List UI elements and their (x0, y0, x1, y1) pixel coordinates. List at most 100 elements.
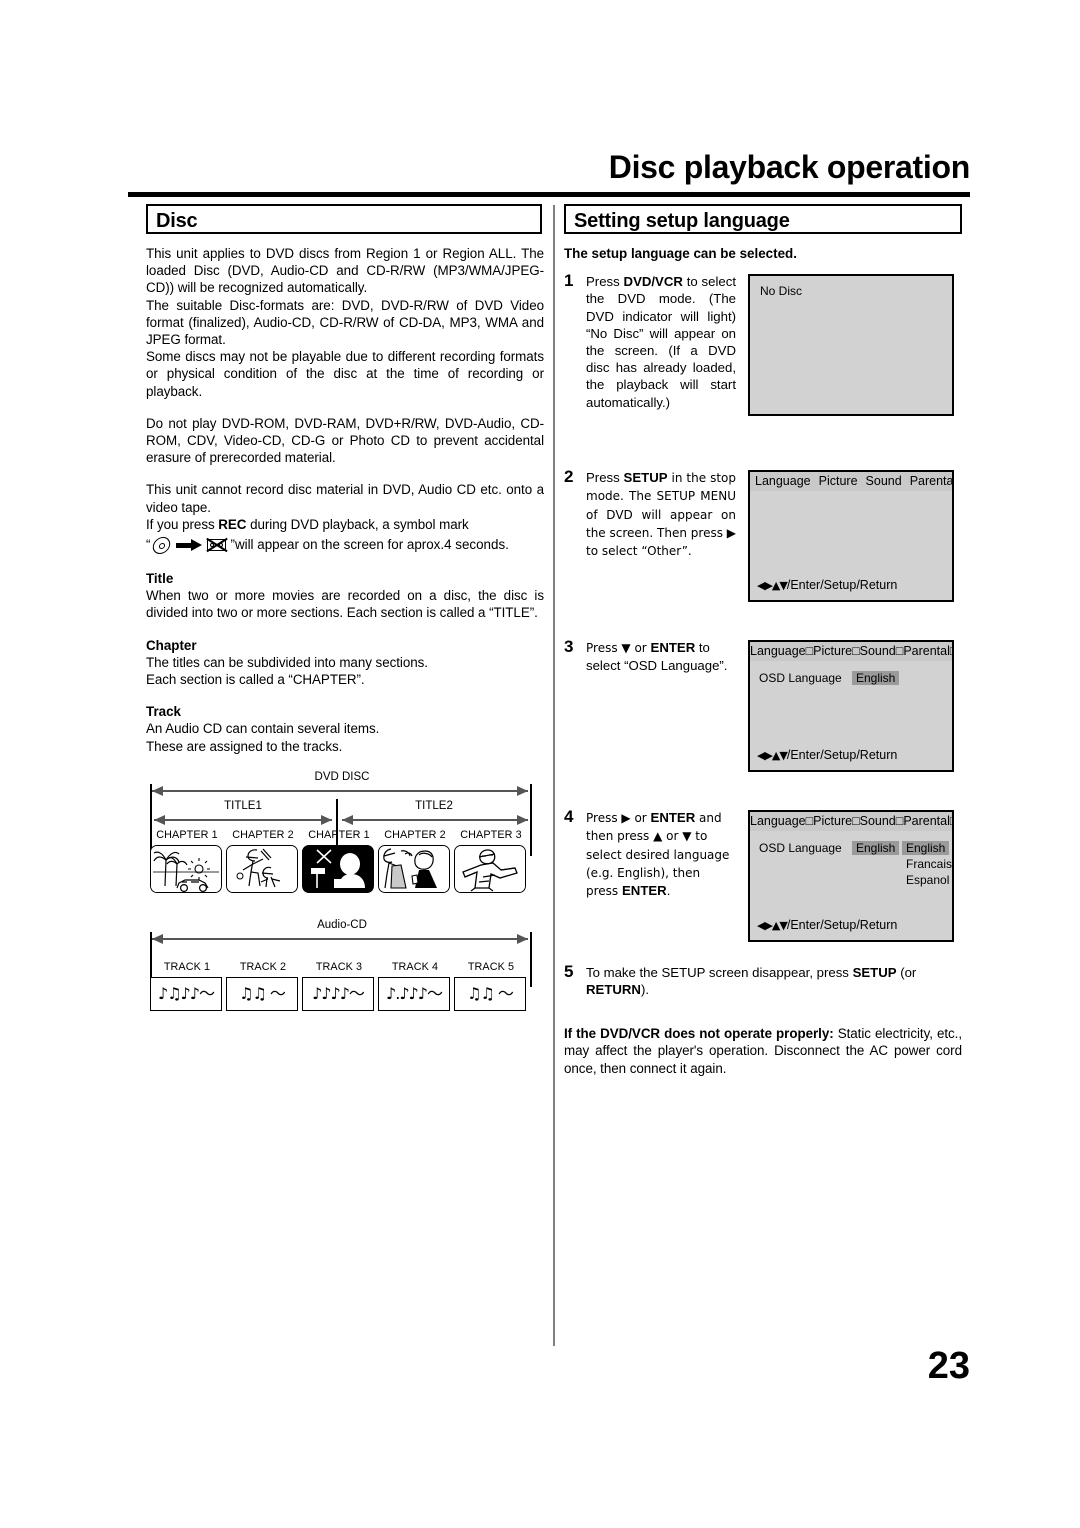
menubar-tabs-text[interactable]: Language□Picture□Sound□Parental□ (750, 642, 952, 661)
track-notes-box: ♪♪♪♪～ (302, 976, 374, 1011)
nav-hint: ◀▶▲▼/Enter/Setup/Return (757, 918, 897, 933)
menubar-tabs-text[interactable]: Language□Picture□Sound□Parental□ (750, 812, 952, 831)
track-notes-box: ♫♫ ～ (226, 976, 298, 1011)
rec-symbol-line: “ ” will appear on the screen for aprox.… (146, 535, 544, 555)
track-notes-box: ♪♫♪♪～ (150, 976, 222, 1011)
nav-hint-arrows: ◀▶▲▼ (757, 749, 788, 763)
step-1-text: Press DVD/VCR to select the DVD mode. (T… (586, 274, 737, 410)
header-rule (128, 192, 970, 197)
step-5: 5 To make the SETUP screen disappear, pr… (564, 963, 964, 1025)
chapter-label: CHAPTER 2 (232, 828, 294, 841)
nav-hint-text: /Enter/Setup/Return (786, 578, 898, 593)
title2-label: TITLE2 (415, 799, 453, 812)
disc-icon (151, 537, 173, 553)
osd-language-value[interactable]: English (852, 841, 900, 856)
language-option-english[interactable]: English (902, 841, 950, 856)
title1-arrow (154, 814, 332, 827)
audio-cd-label: Audio-CD (317, 918, 367, 931)
nav-hint-text: /Enter/Setup/Return (786, 918, 898, 933)
nav-hint-arrows: ◀▶▲▼ (757, 579, 788, 593)
step-5-number: 5 (564, 962, 574, 982)
manual-page: Disc playback operation Disc This unit a… (0, 0, 1080, 1528)
tv-screen-setup-menu: Language Picture Sound Parental Other ◀▶… (748, 470, 954, 603)
section-title-setup-language: Setting setup language (574, 210, 790, 232)
dvd-disc-diagram: DVD DISC TITLE1 TITLE2 CHAPTER 1 CHAPTER… (146, 771, 538, 899)
dvd-disc-label: DVD DISC (314, 770, 370, 783)
chapter-thumbnail-baseball (226, 844, 298, 893)
right-column: Setting setup language The setup languag… (564, 204, 964, 1077)
step-3: 3 Press ▼ or ENTER to select “OSD Langua… (564, 638, 964, 808)
definition-text-chapter: The titles can be subdivided into many s… (146, 654, 428, 688)
step-2-number: 2 (564, 467, 574, 487)
setup-menubar[interactable]: Language Picture Sound Parental Other (750, 472, 952, 492)
osd-language-label: OSD Language (759, 841, 842, 856)
chapter-thumbnail-night (302, 844, 374, 893)
menu-tab-language[interactable]: Language (750, 472, 815, 491)
title1-label: TITLE1 (224, 799, 262, 812)
column-divider (553, 205, 555, 1346)
section-header-disc: Disc (146, 204, 542, 234)
page-number: 23 (927, 1345, 970, 1387)
menu-tab-parental[interactable]: Parental (906, 472, 952, 491)
step-4-number: 4 (564, 807, 574, 827)
disc-paragraph-5: This unit cannot record disc material in… (146, 482, 544, 515)
step-3-text: Press ▼ or ENTER to select “OSD Language… (586, 640, 728, 674)
audio-cd-span-arrow (152, 933, 528, 946)
rec-note-before: If you press (146, 516, 219, 532)
language-option-francais[interactable]: Francais (906, 857, 952, 871)
tv-screen-osd-language: Language□Picture□Sound□Parental□ Other□ … (748, 640, 954, 773)
troubleshoot-note-bold: If the DVD/VCR does not operate properly… (564, 1026, 834, 1042)
setup-menubar[interactable]: Language□Picture□Sound□Parental□ Other□ (750, 812, 952, 832)
track-label: TRACK 1 (163, 960, 211, 973)
crossed-out-videotape-icon (206, 537, 229, 553)
audio-cd-diagram: Audio-CD TRACK 1 TRACK 2 TRACK 3 TRACK 4… (146, 919, 538, 1027)
step-3-number: 3 (564, 637, 574, 657)
rec-note: If you press REC during DVD playback, a … (146, 516, 544, 533)
step-1: 1 Press DVD/VCR to select the DVD mode. … (564, 272, 964, 468)
track-label: TRACK 2 (239, 960, 287, 973)
step-2-text: Press SETUP in the stop mode. The SETUP … (586, 470, 736, 559)
language-option-espanol[interactable]: Espanol (906, 873, 949, 887)
disc-paragraph-3: Some discs may not be playable due to di… (146, 349, 544, 399)
dvd-span-arrow (152, 785, 528, 798)
disc-paragraph-2: The suitable Disc-formats are: DVD, DVD-… (146, 297, 544, 348)
track-notes-box: ♫♫ ～ (454, 976, 526, 1011)
chapter-label: CHAPTER 3 (460, 828, 522, 841)
menu-tab-picture[interactable]: Picture (815, 472, 862, 491)
definition-text-track: An Audio CD can contain several items. T… (146, 721, 380, 754)
step-4-text: Press ▶ or ENTER and then press ▲ or ▼ t… (586, 810, 730, 899)
track-label: TRACK 5 (467, 960, 515, 973)
chapter-thumbnail-beach (150, 844, 222, 893)
troubleshoot-note: If the DVD/VCR does not operate properly… (564, 1025, 962, 1077)
right-arrow-icon (176, 539, 203, 552)
title2-arrow (342, 814, 528, 827)
setup-intro: The setup language can be selected. (564, 246, 797, 261)
tv-screen-language-options: Language□Picture□Sound□Parental□ Other□ … (748, 810, 954, 943)
rec-note-middle: during DVD playback, a symbol mark (246, 516, 469, 532)
no-disc-label: No Disc (760, 284, 803, 299)
chapter-label: CHAPTER 1 (156, 828, 218, 841)
rec-note-after: will appear on the screen for aprox.4 se… (234, 537, 509, 553)
track-notes-box: ♪.♪♪♪～ (378, 976, 450, 1011)
chapter-label: CHAPTER 1 (308, 828, 370, 841)
setup-menubar[interactable]: Language□Picture□Sound□Parental□ Other□ (750, 642, 952, 662)
section-header-setup-language: Setting setup language (564, 204, 962, 234)
definition-term-title: Title (146, 571, 174, 587)
osd-language-value[interactable]: English (852, 671, 900, 686)
track-label: TRACK 3 (315, 960, 363, 973)
chapter-thumbnail-conversation (378, 844, 450, 893)
step-5-text: To make the SETUP screen disappear, pres… (586, 965, 917, 998)
step-4: 4 Press ▶ or ENTER and then press ▲ or ▼… (564, 808, 964, 963)
nav-hint-text: /Enter/Setup/Return (786, 748, 898, 763)
chapter-label: CHAPTER 2 (384, 828, 446, 841)
menu-tab-sound[interactable]: Sound (862, 472, 906, 491)
osd-language-label: OSD Language (759, 671, 842, 686)
definition-text-title: When two or more movies are recorded on … (146, 588, 544, 621)
left-column: Disc This unit applies to DVD discs from… (146, 204, 544, 1027)
track-label: TRACK 4 (391, 960, 439, 973)
page-title: Disc playback operation (608, 149, 971, 185)
definition-term-chapter: Chapter (146, 637, 197, 653)
chapter-thumbnail-action (454, 844, 526, 893)
rec-bold: REC (218, 516, 247, 532)
diagram-tick (530, 931, 532, 987)
